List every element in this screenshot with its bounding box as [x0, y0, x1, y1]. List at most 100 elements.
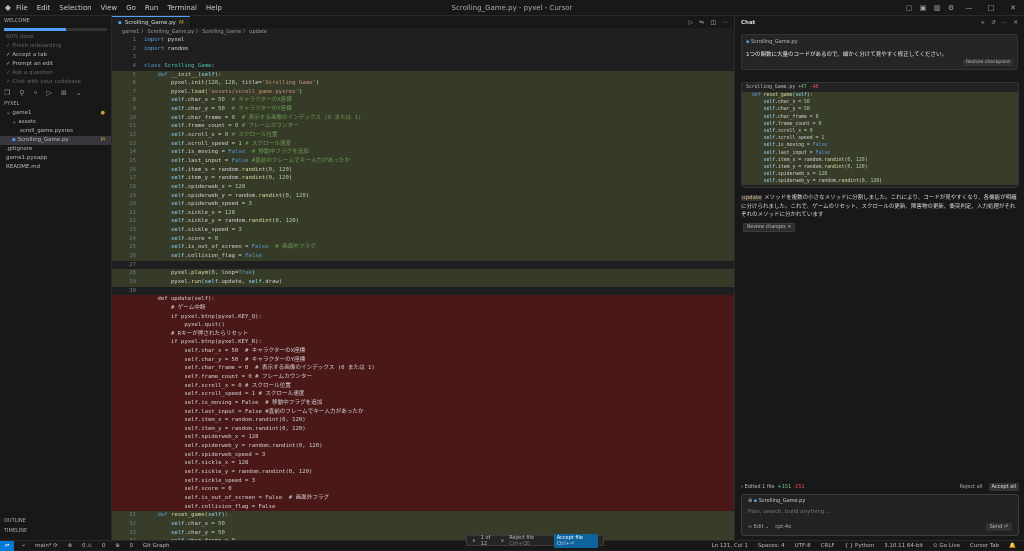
- menu-run[interactable]: Run: [145, 4, 158, 12]
- close-button[interactable]: ✕: [1002, 4, 1024, 12]
- menu-view[interactable]: View: [101, 4, 118, 12]
- indentation[interactable]: Spaces: 4: [758, 543, 785, 549]
- user-message[interactable]: ▪ Scrolling_Game.py 1つの関数に大量のコードがあるので、細か…: [741, 34, 1018, 70]
- menu-file[interactable]: File: [16, 4, 28, 12]
- code-line[interactable]: 10 self.char_frame = 0 # 表示する画像のインデックス (…: [112, 113, 734, 123]
- added-code-line[interactable]: 32 self.char_x = 50: [112, 519, 734, 529]
- extensions-icon[interactable]: ⊞: [61, 89, 67, 97]
- deleted-code-line[interactable]: def update(self):: [112, 295, 734, 304]
- file-readme[interactable]: README.md: [0, 163, 111, 172]
- code-line[interactable]: 26 self.collision_flag = False: [112, 252, 734, 261]
- deleted-code-line[interactable]: pyxel.quit(): [112, 321, 734, 330]
- deleted-code-line[interactable]: self.sickle_speed = 3: [112, 476, 734, 486]
- deleted-code-line[interactable]: self.item_x = random.randint(0, 120): [112, 416, 734, 425]
- deleted-code-line[interactable]: self.char_y = 50 # キャラクターのY座標: [112, 355, 734, 365]
- minimize-button[interactable]: —: [958, 4, 980, 12]
- code-line[interactable]: 13 self.scroll_speed = 1 # スクロール速度: [112, 139, 734, 149]
- more-icon[interactable]: ⋯: [722, 19, 728, 26]
- encoding[interactable]: UTF-8: [795, 543, 811, 549]
- problems-indicator[interactable]: ⊗ 0 ⚠ 0: [68, 543, 106, 549]
- chat-input-box[interactable]: ⊕ ▪ Scrolling_Game.py Plan, search, buil…: [741, 494, 1019, 536]
- code-line[interactable]: 20 self.spiderweb_speed = 3: [112, 200, 734, 209]
- timeline-header[interactable]: TIMELINE: [0, 526, 112, 536]
- close-icon[interactable]: ✕: [1013, 20, 1018, 26]
- git-graph[interactable]: Git Graph: [143, 543, 170, 549]
- code-line[interactable]: 3: [112, 53, 734, 62]
- ports-indicator[interactable]: ⊕ 0: [115, 543, 133, 549]
- chevron-down-icon[interactable]: ⌄: [76, 89, 82, 97]
- go-live[interactable]: ⊙ Go Live: [933, 543, 960, 549]
- accept-all-button[interactable]: Accept all: [988, 483, 1019, 491]
- deleted-code-line[interactable]: self.is_moving = False # 移動中フラグを追加: [112, 398, 734, 408]
- review-changes-button[interactable]: Review changes ✕: [743, 223, 796, 232]
- code-line[interactable]: 21 self.sickle_x = 128: [112, 208, 734, 218]
- reject-all-button[interactable]: Reject all: [960, 484, 983, 490]
- tab-scrolling-game[interactable]: ▪ Scrolling_Game.py M: [112, 16, 190, 28]
- context-pill[interactable]: ⊕ ▪ Scrolling_Game.py: [748, 498, 805, 504]
- mode-selector[interactable]: ∞ Edit ⌄: [748, 524, 769, 530]
- line-endings[interactable]: CRLF: [821, 543, 835, 549]
- deleted-code-line[interactable]: self.scroll_x = 0 # スクロール位置: [112, 381, 734, 391]
- file-pyxapp[interactable]: game1.pyxapp: [0, 154, 111, 163]
- reject-file-button[interactable]: Reject file Ctrl+⌫: [509, 535, 548, 547]
- chat-input[interactable]: Plan, search, build anything...: [748, 509, 830, 515]
- deleted-code-line[interactable]: self.is_out_of_screen = False # 画面外フラグ: [112, 493, 734, 503]
- code-line[interactable]: 25 self.is_out_of_screen = False # 画面外フラ…: [112, 243, 734, 253]
- deleted-code-line[interactable]: self.char_x = 50 # キャラクターのX座標: [112, 347, 734, 356]
- deleted-code-line[interactable]: self.frame_count = 0 # フレームカウンター: [112, 372, 734, 382]
- deleted-code-line[interactable]: self.sickle_y = random.randint(0, 120): [112, 468, 734, 477]
- deleted-code-line[interactable]: self.sickle_x = 128: [112, 459, 734, 469]
- code-line[interactable]: 22 self.sickle_y = random.randint(0, 120…: [112, 217, 734, 227]
- run-icon[interactable]: ▷: [689, 19, 694, 26]
- branch-indicator[interactable]: ⑂ main* ⟳: [22, 543, 58, 549]
- accept-file-button[interactable]: Accept file Ctrl+⏎: [553, 533, 598, 548]
- layout-sidebar-icon[interactable]: ▢: [902, 4, 916, 12]
- code-line[interactable]: 14 self.is_moving = False # 移動中フラグを追加: [112, 148, 734, 157]
- prev-change-icon[interactable]: ∧: [472, 538, 476, 544]
- code-line[interactable]: 18 self.spiderweb_x = 128: [112, 182, 734, 192]
- code-line[interactable]: 11 self.frame_count = 0 # フレームカウンター: [112, 122, 734, 132]
- file-gitignore[interactable]: .gitignore: [0, 145, 111, 154]
- menu-edit[interactable]: Edit: [37, 4, 51, 12]
- code-line[interactable]: 24 self.score = 0: [112, 234, 734, 244]
- notifications-icon[interactable]: 🔔: [1009, 543, 1016, 549]
- added-code-line[interactable]: 33 self.char_y = 50: [112, 528, 734, 538]
- chevron-right-icon[interactable]: ›: [741, 484, 743, 490]
- code-line[interactable]: 29 pyxel.run(self.update, self.draw): [112, 277, 734, 287]
- file-pyxres[interactable]: scroll_game.pyxres: [0, 127, 111, 136]
- deleted-code-line[interactable]: self.spiderweb_x = 128: [112, 433, 734, 443]
- cursor-position[interactable]: Ln 121, Col 1: [712, 543, 748, 549]
- menu-go[interactable]: Go: [126, 4, 136, 12]
- deleted-code-line[interactable]: self.scroll_speed = 1 # スクロール速度: [112, 390, 734, 399]
- code-line[interactable]: 9 self.char_y = 50 # キャラクターのY座標: [112, 105, 734, 114]
- next-change-icon[interactable]: ∨: [501, 538, 505, 544]
- code-line[interactable]: 6 pyxel.init(128, 128, title='Scrolling …: [112, 79, 734, 88]
- code-line[interactable]: 7 pyxel.load('assets/scroll_game.pyxres'…: [112, 87, 734, 97]
- run-debug-icon[interactable]: ▷: [47, 89, 52, 97]
- deleted-code-line[interactable]: # Rキーが押されたらリセット: [112, 329, 734, 339]
- checklist-item[interactable]: ✓ Finish onboarding: [0, 42, 111, 51]
- restore-checkpoint-button[interactable]: Restore checkpoint: [962, 59, 1013, 66]
- code-line[interactable]: 1 import pyxel: [112, 36, 734, 45]
- deleted-code-line[interactable]: self.item_y = random.randint(0, 120): [112, 424, 734, 434]
- outline-header[interactable]: OUTLINE: [0, 516, 112, 526]
- send-button[interactable]: Send ⏎: [985, 523, 1012, 531]
- folder-game1[interactable]: ⌄ game1 ●: [0, 109, 111, 118]
- settings-gear-icon[interactable]: ⚙: [944, 4, 958, 12]
- code-line[interactable]: 5 def __init__(self):: [112, 70, 734, 80]
- new-chat-icon[interactable]: +: [981, 20, 986, 26]
- added-code-line[interactable]: 31 def reset_game(self):: [112, 511, 734, 520]
- code-line[interactable]: 23 self.sickle_speed = 3: [112, 226, 734, 235]
- deleted-code-line[interactable]: if pyxel.btnp(pyxel.KEY_R):: [112, 338, 734, 348]
- menu-selection[interactable]: Selection: [59, 4, 91, 12]
- cursor-tab[interactable]: Cursor Tab: [970, 543, 999, 549]
- code-line[interactable]: 17 self.item_y = random.randint(0, 120): [112, 174, 734, 183]
- files-icon[interactable]: ❐: [4, 89, 10, 97]
- menu-help[interactable]: Help: [206, 4, 222, 12]
- breadcrumb[interactable]: game1 〉 Scrolling_Game.py 〉 Scrolling_Ga…: [112, 28, 734, 36]
- code-line[interactable]: 19 self.spiderweb_y = random.randint(0, …: [112, 191, 734, 201]
- search-icon[interactable]: ⚲: [19, 89, 24, 97]
- code-line[interactable]: 28 pyxel.playm(0, loop=True): [112, 269, 734, 278]
- more-icon[interactable]: ⋯: [1002, 20, 1008, 26]
- explorer-header[interactable]: PYXEL: [0, 99, 111, 109]
